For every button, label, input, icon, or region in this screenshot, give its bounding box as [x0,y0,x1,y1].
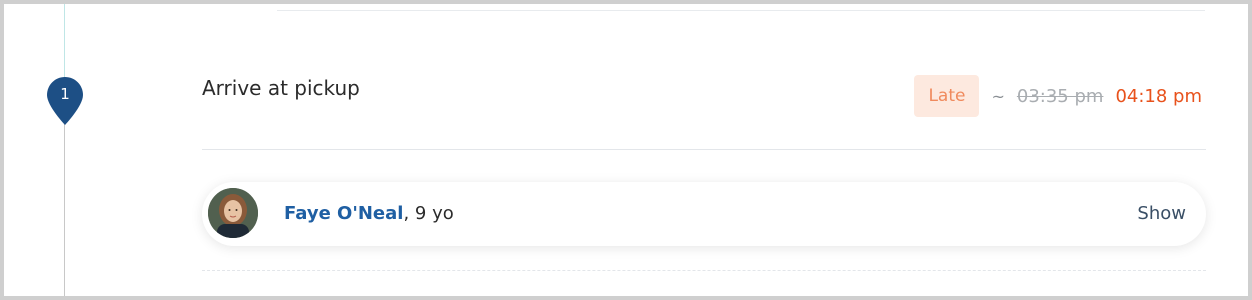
top-divider [277,10,1205,11]
passenger-card[interactable]: Faye O'Neal, 9 yo Show [202,182,1206,246]
passenger-name[interactable]: Faye O'Neal [284,203,403,224]
stop-time-row: Late ~ 03:35 pm 04:18 pm [914,75,1202,117]
stop-number: 1 [60,85,70,103]
timeline-line-top [64,4,65,80]
late-status-badge: Late [914,75,980,117]
stop-title: Arrive at pickup [202,76,360,100]
dashed-divider [202,270,1206,271]
section-divider [202,149,1206,150]
estimated-time: 04:18 pm [1115,85,1202,107]
show-button[interactable]: Show [1137,182,1186,246]
trip-stop-panel: 1 Arrive at pickup Late ~ 03:35 pm 04:18… [0,0,1252,300]
scheduled-time: 03:35 pm [1016,85,1104,107]
passenger-info: Faye O'Neal, 9 yo [284,182,454,246]
timeline-line [64,124,65,296]
passenger-age: , 9 yo [403,203,454,224]
avatar-image [208,188,258,238]
passenger-avatar [208,188,258,238]
approx-symbol: ~ [991,86,1005,106]
